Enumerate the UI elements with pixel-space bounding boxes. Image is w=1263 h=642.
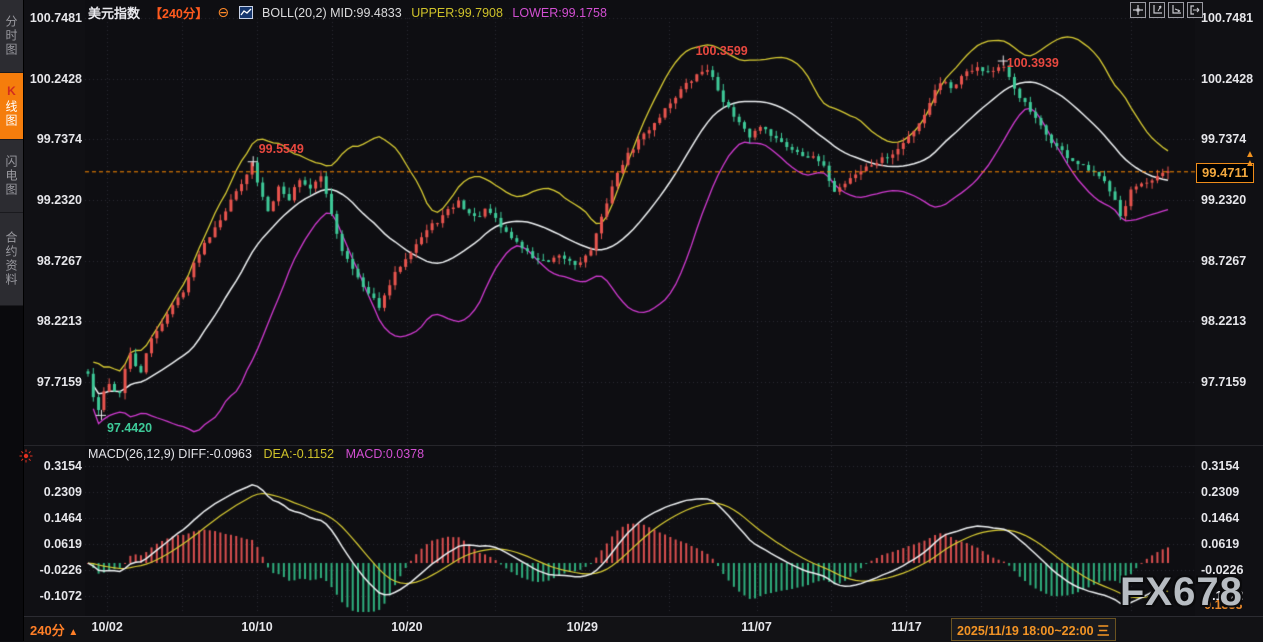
date-axis-label: 10/20 — [391, 620, 422, 634]
boll-upper-label: UPPER:99.7908 — [411, 6, 503, 20]
axis-zoom-out-button[interactable] — [1168, 2, 1184, 18]
price-annotation: 97.4420 — [107, 421, 152, 435]
fx678-watermark: FX678 — [1120, 570, 1243, 615]
indicator-thumbnail-icon[interactable] — [239, 6, 253, 19]
pane-divider — [23, 445, 1263, 446]
macd-axis-label-right: 0.2309 — [1201, 486, 1239, 499]
axis-zoom-in-button[interactable] — [1149, 2, 1165, 18]
sidebar-tab-2[interactable]: K线图 — [0, 73, 23, 140]
price-axis-label-right: 99.7374 — [1201, 133, 1246, 146]
price-axis-label-left: 100.7481 — [26, 12, 82, 25]
price-axis-label-left: 97.7159 — [26, 376, 82, 389]
chart-header: 美元指数 【240分】 ⊖ BOLL(20,2) MID:99.4833 UPP… — [88, 3, 613, 22]
price-annotation: 100.3939 — [1007, 56, 1059, 70]
price-axis-label-left: 100.2428 — [26, 73, 82, 86]
sidebar-tab-1[interactable]: 分时图 — [0, 0, 23, 73]
boll-lower-label: LOWER:99.1758 — [512, 6, 607, 20]
candlestick-chart-canvas[interactable] — [0, 0, 1263, 641]
date-axis-label: 10/02 — [92, 620, 123, 634]
chart-toolbar — [1130, 2, 1203, 18]
exit-chart-button[interactable] — [1187, 2, 1203, 18]
price-axis-label-right: 98.2213 — [1201, 315, 1246, 328]
crosshair-tool-button[interactable] — [1130, 2, 1146, 18]
indicator-alert-icon[interactable] — [19, 449, 33, 468]
price-axis-label-left: 98.7267 — [26, 255, 82, 268]
macd-axis-label-left: 0.3154 — [26, 460, 82, 473]
last-bar-time-label: 2025/11/19 18:00~22:00 三 — [951, 618, 1116, 641]
macd-axis-label-right: 0.3154 — [1201, 460, 1239, 473]
sidebar-tab-label: K — [5, 84, 19, 100]
date-axis-label: 11/17 — [891, 620, 922, 634]
price-annotation: 99.5549 — [259, 142, 304, 156]
price-axis-label-right: 99.2320 — [1201, 194, 1246, 207]
price-axis-label-right: 100.7481 — [1201, 12, 1253, 25]
price-axis-label-right: 98.7267 — [1201, 255, 1246, 268]
macd-axis-label-left: 0.0619 — [26, 538, 82, 551]
macd-dea-label: DEA:-0.1152 — [263, 447, 334, 461]
collapse-indicator-icon[interactable]: ⊖ — [217, 4, 229, 20]
macd-axis-label-left: -0.1072 — [26, 590, 82, 603]
period-tag: 【240分】 — [150, 7, 208, 21]
footer-period-arrow-icon: ▲ — [68, 627, 78, 638]
footer-period-label: 240分 — [30, 623, 65, 638]
macd-value-label: MACD:0.0378 — [346, 447, 425, 461]
sidebar-tab-4[interactable]: 合约资料 — [0, 213, 23, 306]
sidebar: 分时图K线图闪电图合约资料 — [0, 0, 24, 641]
price-up-arrow-icon: ▲▲ — [1245, 150, 1255, 168]
macd-axis-label-left: 0.2309 — [26, 486, 82, 499]
date-axis-label: 10/29 — [567, 620, 598, 634]
macd-header: MACD(26,12,9) DIFF:-0.0963 DEA:-0.1152 M… — [88, 447, 432, 461]
macd-axis-label-right: 0.1464 — [1201, 512, 1239, 525]
price-axis-label-left: 99.2320 — [26, 194, 82, 207]
symbol-title: 美元指数 — [88, 6, 140, 21]
price-axis-label-left: 99.7374 — [26, 133, 82, 146]
macd-name-diff-label: MACD(26,12,9) DIFF:-0.0963 — [88, 447, 252, 461]
price-axis-label-right: 100.2428 — [1201, 73, 1253, 86]
sidebar-tab-3[interactable]: 闪电图 — [0, 140, 23, 213]
date-axis-label: 11/07 — [741, 620, 772, 634]
price-axis-label-left: 98.2213 — [26, 315, 82, 328]
macd-axis-label-left: -0.0226 — [26, 564, 82, 577]
price-annotation: 100.3599 — [696, 44, 748, 58]
boll-mid-label: BOLL(20,2) MID:99.4833 — [262, 6, 402, 20]
date-axis-label: 10/10 — [241, 620, 272, 634]
price-axis-label-right: 97.7159 — [1201, 376, 1246, 389]
footer-period-selector[interactable]: 240分 ▲ — [30, 620, 78, 639]
sidebar-tab-label: 线图 — [3, 100, 20, 128]
macd-axis-label-right: 0.0619 — [1201, 538, 1239, 551]
macd-axis-label-left: 0.1464 — [26, 512, 82, 525]
